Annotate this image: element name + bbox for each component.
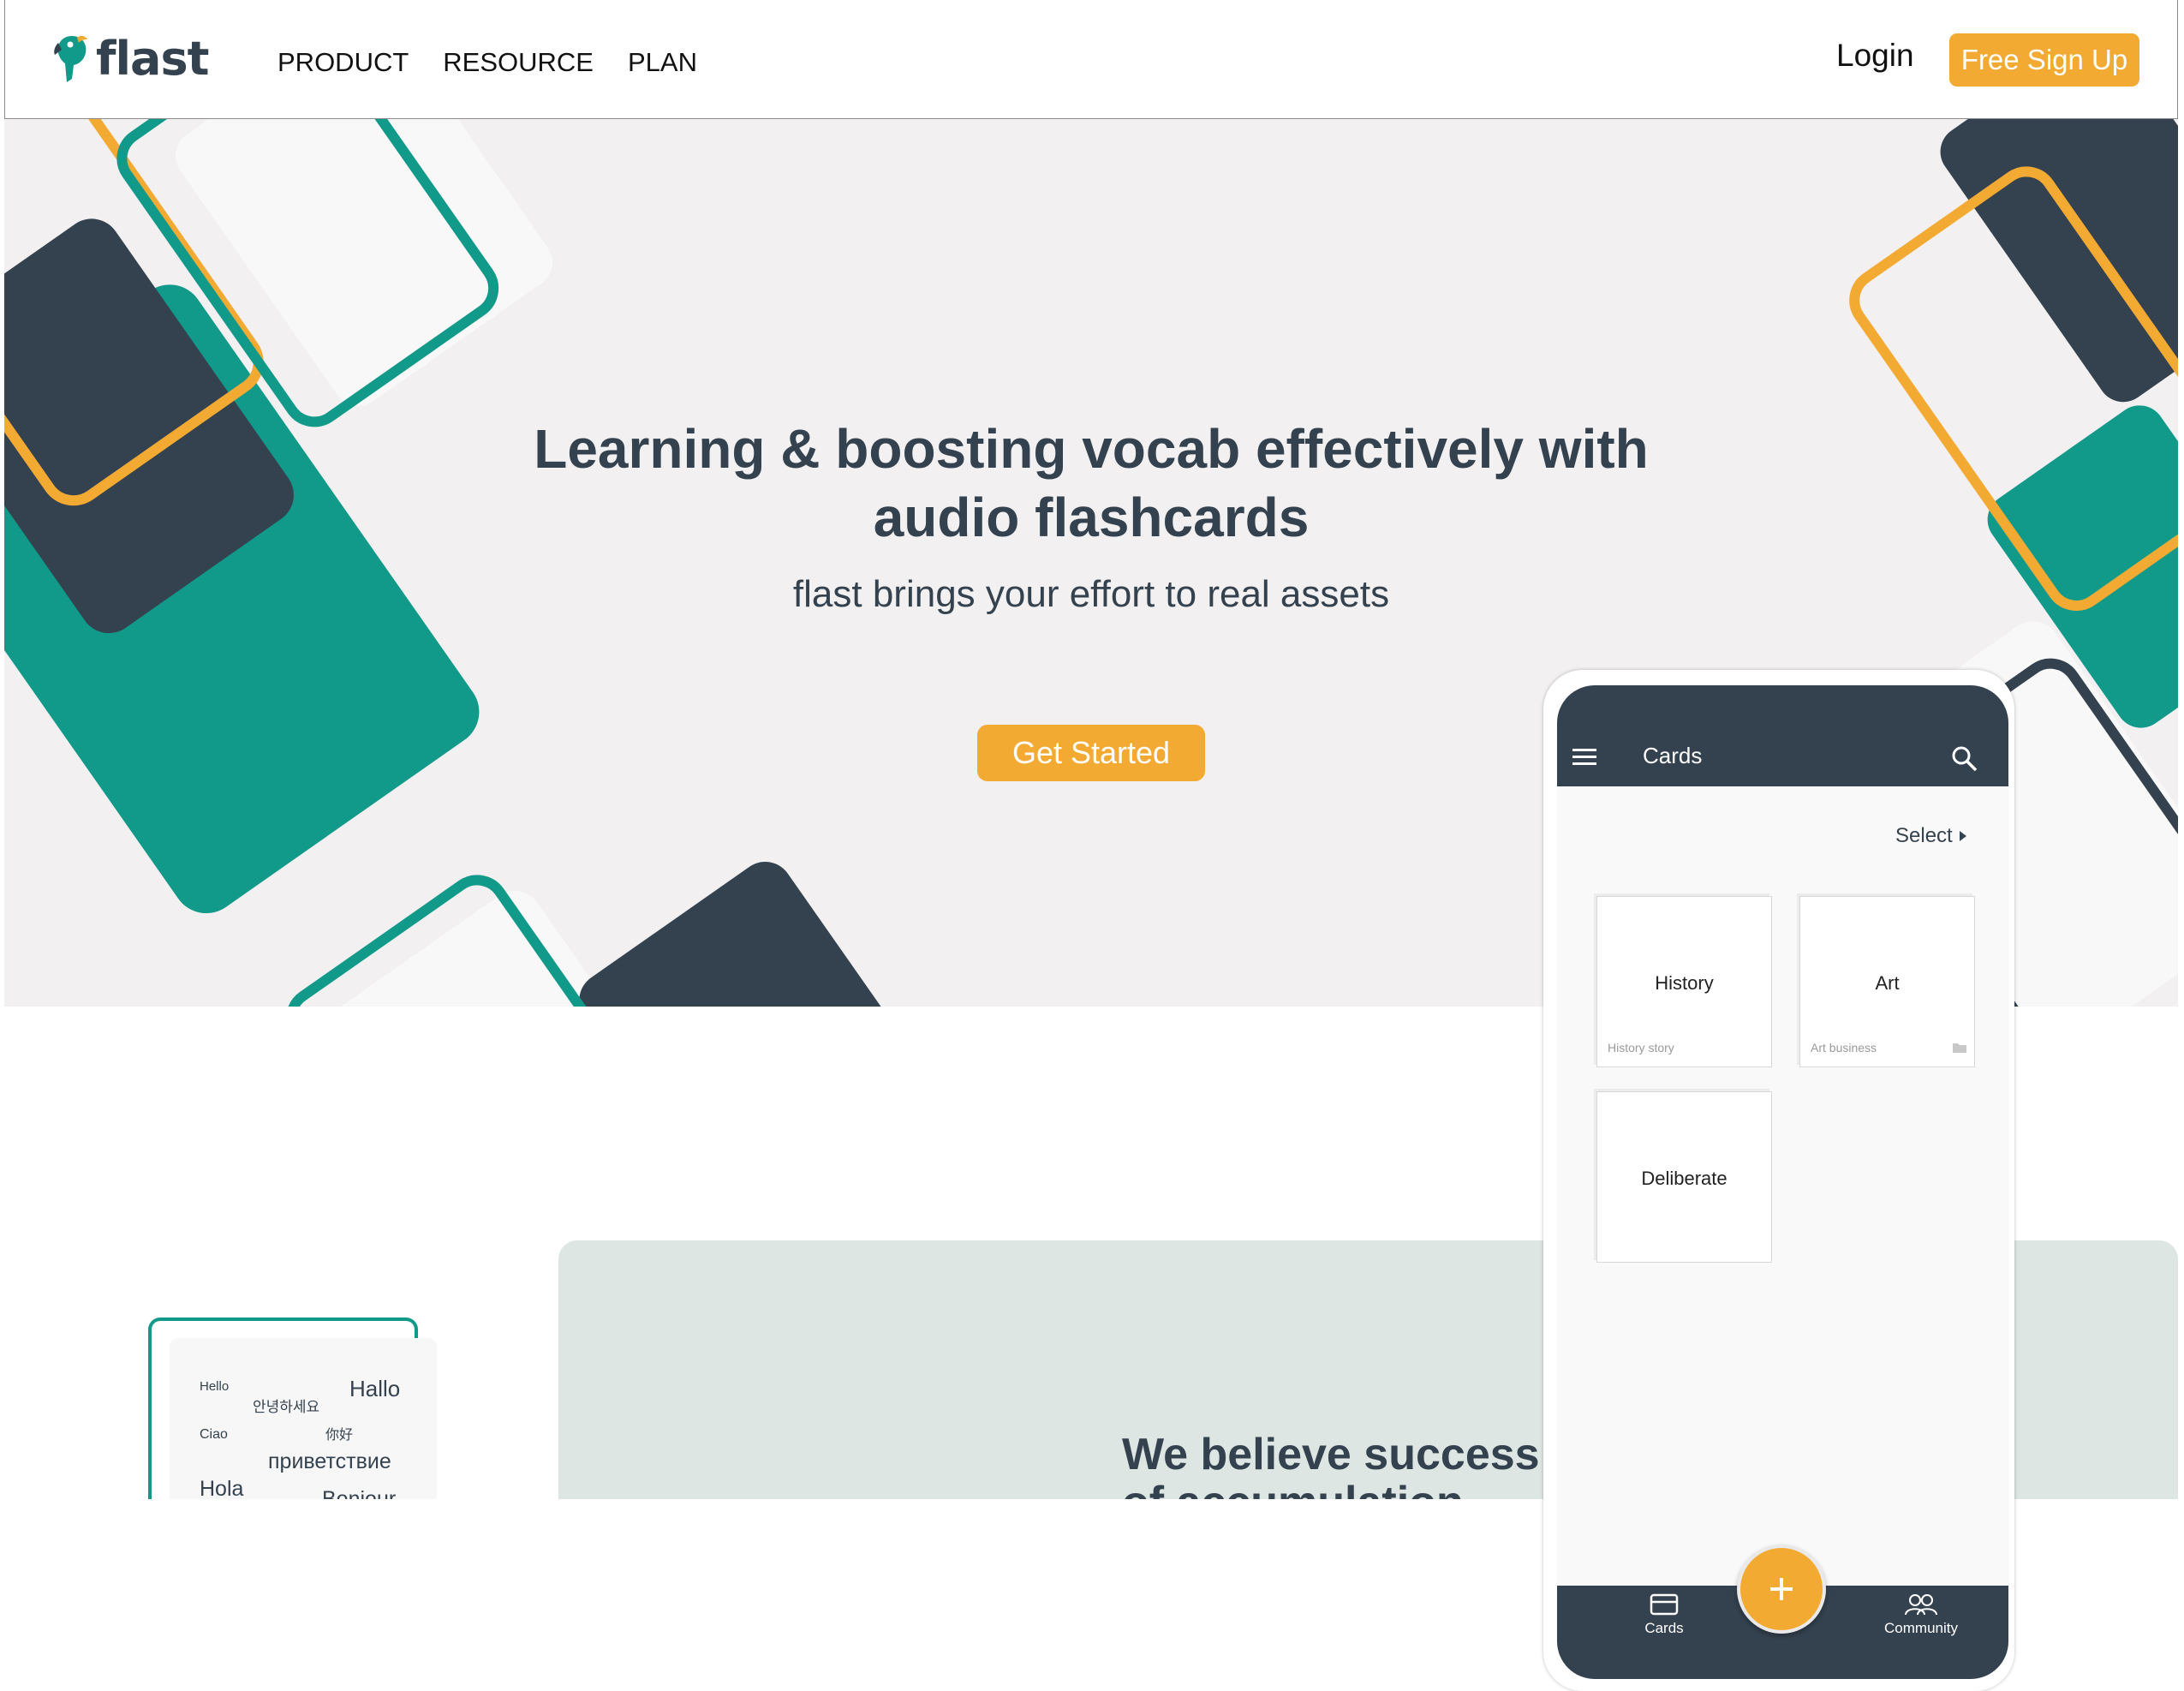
belief-heading-line-2-text: of accumulation <box>1122 1480 1464 1499</box>
greeting-word: Hallo <box>349 1376 401 1401</box>
hero-tagline: flast brings your effort to real assets <box>792 573 1390 615</box>
deck-card-subtitle: History story <box>1608 1041 1674 1055</box>
deck-card-history[interactable]: History History story <box>1596 896 1772 1067</box>
add-card-fab[interactable] <box>1737 1545 1826 1634</box>
select-button[interactable]: Select <box>1895 824 1968 848</box>
app-bar: Cards <box>1557 685 2008 786</box>
deck-card-title: History <box>1655 972 1714 994</box>
search-icon[interactable] <box>1951 745 1978 773</box>
greetings-card: Hello 안녕하세요 Hallo Ciao 你好 приветствие Ho… <box>170 1338 437 1499</box>
login-link[interactable]: Login <box>1836 38 1914 74</box>
flast-logo[interactable]: flast <box>53 24 209 93</box>
select-label: Select <box>1895 824 1953 847</box>
phone-mockup: Cards Select History History story Art A… <box>1543 670 2014 1691</box>
greeting-word: Hola <box>200 1477 244 1499</box>
get-started-button[interactable]: Get Started <box>977 725 1205 781</box>
caret-right-icon <box>1960 831 1967 841</box>
free-signup-button[interactable]: Free Sign Up <box>1949 33 2139 87</box>
main-menu: PRODUCT RESOURCE PLAN <box>277 47 697 78</box>
greeting-word: Hello <box>200 1379 230 1394</box>
app-bar-title: Cards <box>1643 743 1703 768</box>
cards-icon <box>1650 1593 1679 1616</box>
logo-text: flast <box>96 31 209 86</box>
belief-heading: We believe success i <box>1122 1430 1565 1479</box>
menu-item-plan[interactable]: PLAN <box>628 47 697 78</box>
tab-community[interactable]: Community <box>1874 1593 1968 1637</box>
tab-cards[interactable]: Cards <box>1634 1593 1694 1637</box>
deck-card-deliberate[interactable]: Deliberate <box>1596 1091 1772 1263</box>
hero-headline: Learning & boosting vocab effectively wi… <box>4 415 2178 552</box>
hero-headline-line-1: Learning & boosting vocab effectively wi… <box>534 418 1649 480</box>
deck-card-subtitle: Art business <box>1811 1041 1877 1055</box>
greeting-word: Bonjour <box>322 1487 397 1499</box>
community-icon <box>1905 1594 1937 1616</box>
greeting-word: приветствие <box>268 1449 391 1473</box>
greeting-word: 안녕하세요 <box>253 1399 320 1415</box>
hamburger-menu-icon[interactable] <box>1572 747 1598 768</box>
deck-card-title: Art <box>1875 972 1900 994</box>
top-navigation: flast PRODUCT RESOURCE PLAN Login Free S… <box>4 0 2178 119</box>
tab-cards-label: Cards <box>1644 1620 1684 1636</box>
menu-item-resource[interactable]: RESOURCE <box>443 47 594 78</box>
deck-card-title: Deliberate <box>1641 1168 1728 1189</box>
hero-headline-line-2: audio flashcards <box>873 487 1310 548</box>
greeting-word: Ciao <box>200 1427 228 1442</box>
phone-screen: Cards Select History History story Art A… <box>1557 685 2008 1679</box>
folder-icon <box>1953 1043 1966 1053</box>
plus-icon <box>1770 1578 1793 1600</box>
belief-heading-line-2: of accumulation <box>1122 1480 1464 1499</box>
parrot-logo-icon <box>54 35 87 82</box>
greeting-word: 你好 <box>325 1428 354 1443</box>
deck-card-art[interactable]: Art Art business <box>1799 896 1975 1067</box>
tab-community-label: Community <box>1884 1620 1958 1636</box>
menu-item-product[interactable]: PRODUCT <box>277 47 409 78</box>
